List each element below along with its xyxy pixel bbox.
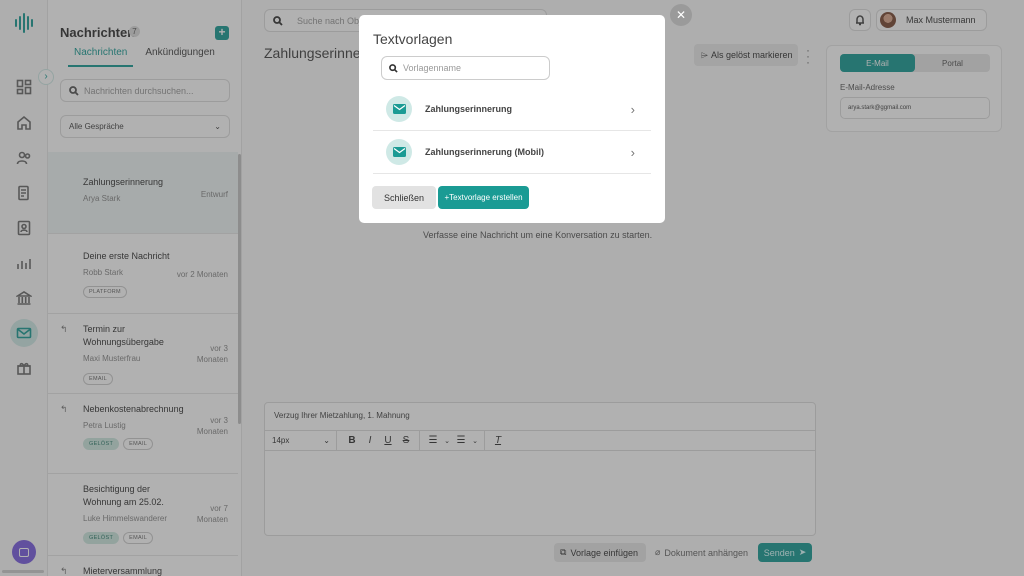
close-button[interactable]: Schließen — [372, 186, 436, 209]
envelope-icon — [386, 96, 412, 122]
close-icon[interactable]: ✕ — [670, 4, 692, 26]
template-name: Zahlungserinnerung — [425, 104, 513, 114]
template-item[interactable]: Zahlungserinnerung (Mobil) › — [373, 131, 651, 174]
template-search-placeholder: Vorlagenname — [403, 63, 462, 73]
create-template-button[interactable]: +Textvorlage erstellen — [438, 186, 529, 209]
modal-title: Textvorlagen — [373, 31, 453, 47]
search-icon — [389, 63, 398, 73]
template-search-input[interactable]: Vorlagenname — [381, 56, 550, 80]
template-name: Zahlungserinnerung (Mobil) — [425, 147, 544, 157]
envelope-icon — [386, 139, 412, 165]
chevron-right-icon: › — [630, 101, 635, 117]
chevron-right-icon: › — [630, 144, 635, 160]
template-item[interactable]: Zahlungserinnerung › — [373, 88, 651, 131]
